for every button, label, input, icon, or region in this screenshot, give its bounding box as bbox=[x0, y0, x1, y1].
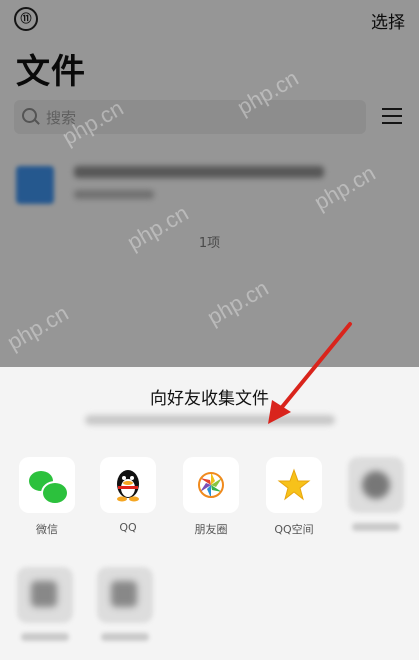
annotation-arrow-icon bbox=[268, 322, 352, 424]
